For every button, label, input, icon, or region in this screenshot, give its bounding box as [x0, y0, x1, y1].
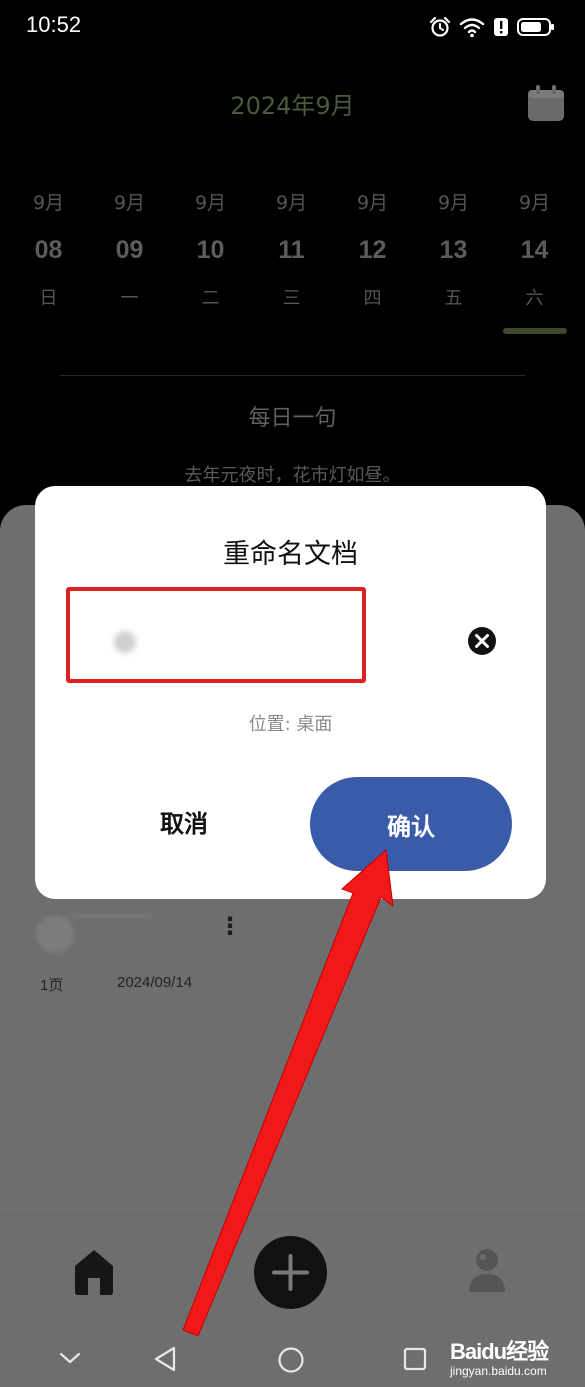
- document-thumbnail[interactable]: [36, 915, 74, 953]
- day-weekday: 二: [201, 288, 220, 309]
- clear-input-icon[interactable]: [467, 626, 497, 656]
- status-icons: [429, 14, 555, 40]
- baidu-watermark-logo: Baidu经验 jingyan.baidu.com: [448, 1334, 558, 1382]
- profile-icon[interactable]: [467, 1246, 507, 1294]
- divider: [60, 375, 525, 376]
- selected-day-indicator: [502, 328, 567, 334]
- dialog-title: 重命名文档: [223, 539, 358, 570]
- week-strip: 9月 08 日 9月 09 一 9月 10 二 9月 11 三 9月 12 四 …: [8, 188, 576, 334]
- document-name-blurred: [72, 914, 152, 918]
- day-date: 08: [34, 236, 63, 264]
- status-time: 10:52: [26, 12, 82, 37]
- day-weekday: 一: [120, 288, 139, 309]
- rename-dialog: 重命名文档 位置: 桌面 取消 确认: [35, 486, 546, 899]
- alert-icon: [494, 18, 508, 36]
- day-date: 14: [520, 236, 549, 264]
- daily-quote-title: 每日一句: [248, 406, 337, 431]
- wifi-icon: [459, 18, 485, 38]
- back-triangle-icon[interactable]: [152, 1345, 178, 1373]
- day-month: 9月: [113, 192, 146, 214]
- watermark-url: jingyan.baidu.com: [450, 1364, 547, 1378]
- home-icon[interactable]: [73, 1248, 115, 1296]
- day-date: 09: [115, 236, 144, 264]
- document-name-input[interactable]: [66, 587, 366, 683]
- day-date: 11: [278, 236, 305, 264]
- day-date: 12: [358, 236, 387, 264]
- calendar-icon[interactable]: [527, 84, 565, 122]
- more-options-icon[interactable]: ⋮: [218, 914, 242, 946]
- day-month: 9月: [32, 192, 65, 214]
- day-date: 13: [439, 236, 468, 264]
- day-item[interactable]: 9月 12 四: [332, 188, 413, 310]
- day-weekday: 日: [39, 288, 58, 309]
- status-bar: 10:52: [0, 0, 585, 54]
- daily-quote-text: 去年元夜时，花市灯如昼。: [184, 465, 401, 486]
- day-item[interactable]: 9月 10 二: [170, 188, 251, 310]
- home-circle-icon[interactable]: [277, 1346, 305, 1374]
- document-date: 2024/09/14: [117, 974, 193, 991]
- day-item[interactable]: 9月 08 日: [8, 188, 89, 310]
- day-weekday: 四: [363, 288, 382, 309]
- day-item[interactable]: 9月 09 一: [89, 188, 170, 310]
- add-button[interactable]: [254, 1236, 327, 1309]
- recent-apps-icon[interactable]: [402, 1346, 428, 1372]
- plus-icon: [272, 1254, 309, 1291]
- input-text-blurred: [114, 631, 136, 653]
- document-pages: 1页: [40, 977, 64, 994]
- day-month: 9月: [194, 192, 227, 214]
- confirm-button[interactable]: 确认: [310, 777, 512, 871]
- day-month: 9月: [437, 192, 470, 214]
- day-weekday: 三: [282, 288, 301, 309]
- day-item[interactable]: 9月 13 五: [413, 188, 494, 310]
- day-weekday: 五: [444, 288, 463, 309]
- day-month: 9月: [356, 192, 389, 214]
- location-label: 位置: 桌面: [248, 714, 333, 735]
- month-title: 2024年9月: [230, 92, 355, 120]
- bottom-divider: [0, 1214, 585, 1215]
- watermark-brand: Baidu经验: [450, 1339, 549, 1364]
- battery-icon: [517, 18, 554, 36]
- day-weekday: 六: [525, 288, 544, 309]
- day-month: 9月: [518, 192, 551, 214]
- day-month: 9月: [275, 192, 308, 214]
- day-item-selected[interactable]: 9月 14 六: [494, 188, 575, 334]
- day-date: 10: [196, 236, 225, 264]
- day-item[interactable]: 9月 11 三: [251, 188, 332, 310]
- collapse-chevron-icon[interactable]: [58, 1348, 82, 1368]
- cancel-button[interactable]: 取消: [129, 804, 239, 844]
- alarm-icon: [429, 16, 451, 37]
